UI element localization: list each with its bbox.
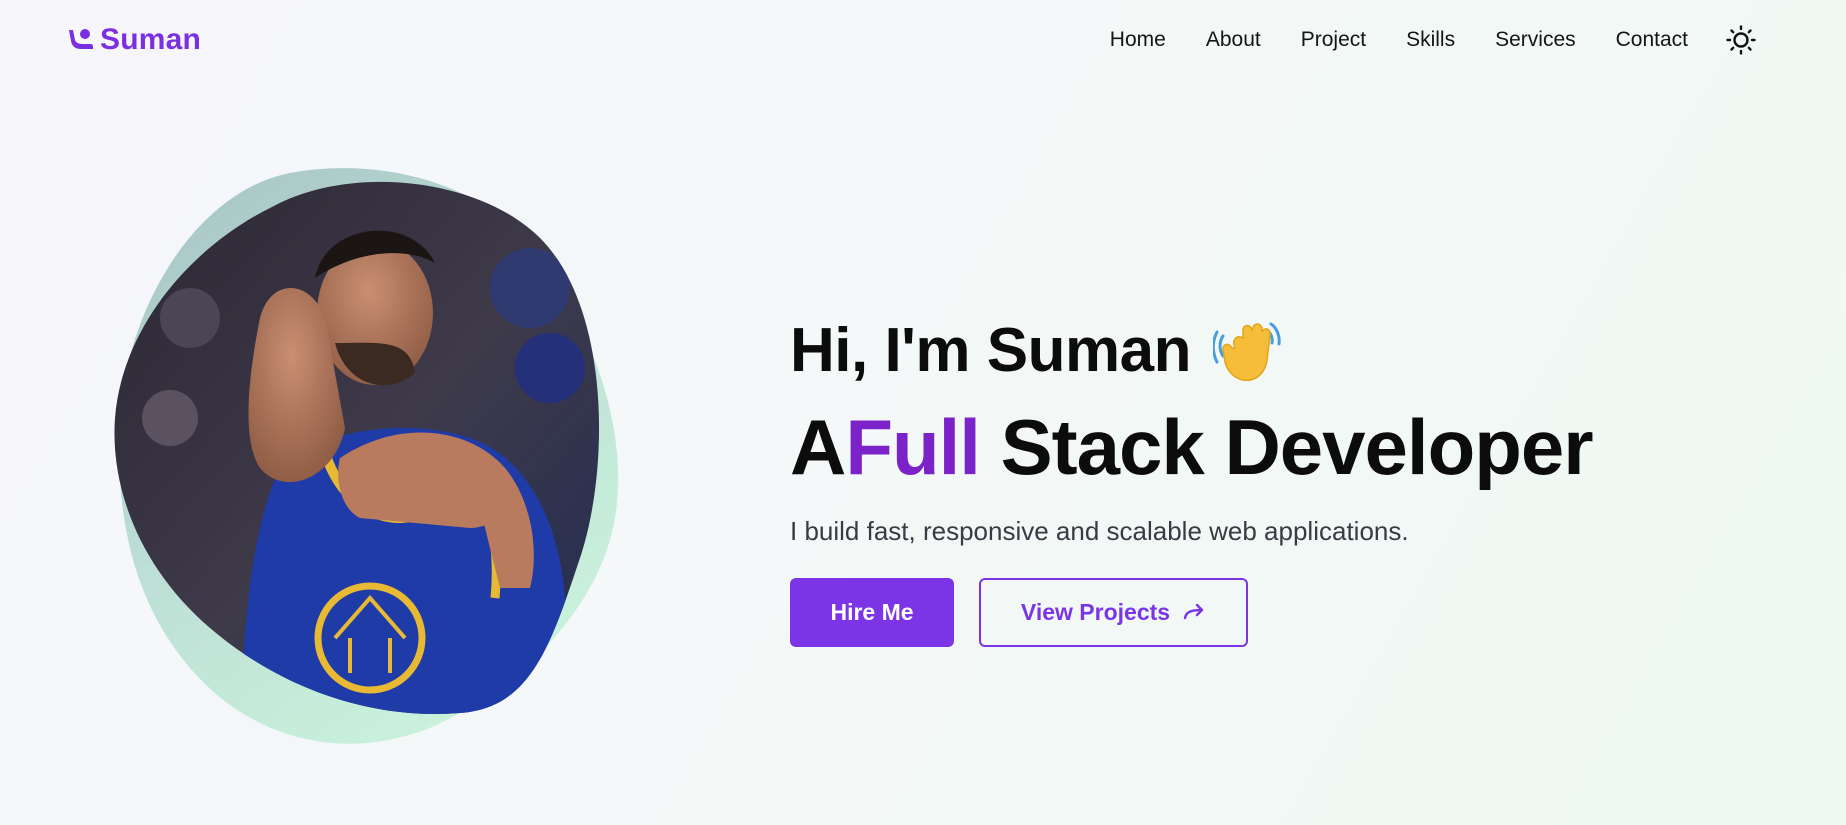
waving-hand-icon xyxy=(1211,318,1283,384)
hero-greeting: Hi, I'm Suman xyxy=(790,312,1750,390)
brand-name: Suman xyxy=(100,23,202,56)
nav-menu: Home About Project Skills Services Conta… xyxy=(1110,26,1688,54)
hero-tagline: I build fast, responsive and scalable we… xyxy=(790,516,1409,546)
profile-photo xyxy=(114,168,619,744)
hero-headline: AFull Stack Developer xyxy=(790,402,1750,492)
view-projects-button[interactable]: View Projects xyxy=(979,578,1248,647)
greeting-text: Hi, I'm Suman xyxy=(790,316,1191,385)
brand-logo[interactable]: Suman xyxy=(66,22,201,58)
nav-link-contact[interactable]: Contact xyxy=(1616,28,1688,51)
headline-prefix: A xyxy=(790,403,846,491)
nav-link-services[interactable]: Services xyxy=(1495,28,1576,51)
hire-me-button[interactable]: Hire Me xyxy=(790,578,954,647)
nav-link-skills[interactable]: Skills xyxy=(1406,28,1455,51)
nav-link-home[interactable]: Home xyxy=(1110,28,1166,51)
headline-accent: Full xyxy=(845,403,981,491)
theme-toggle-button[interactable] xyxy=(1726,25,1756,55)
headline-suffix: Stack Developer xyxy=(1000,403,1594,491)
view-projects-label: View Projects xyxy=(1020,599,1171,625)
hero-image-blob xyxy=(110,168,630,748)
nav-link-about[interactable]: About xyxy=(1206,28,1261,51)
arrow-right-icon xyxy=(1183,603,1204,619)
waving-person-icon xyxy=(66,26,94,54)
sun-icon xyxy=(1726,25,1756,55)
hire-me-label: Hire Me xyxy=(830,599,914,625)
nav-link-project[interactable]: Project xyxy=(1301,28,1366,51)
hero-intro: Hi, I'm Suman AFull Stack Developer I bu… xyxy=(790,312,1750,647)
navbar: Suman Home About Project Skills Services… xyxy=(0,0,1846,80)
hero-actions: Hire Me View Projects xyxy=(790,578,1750,647)
